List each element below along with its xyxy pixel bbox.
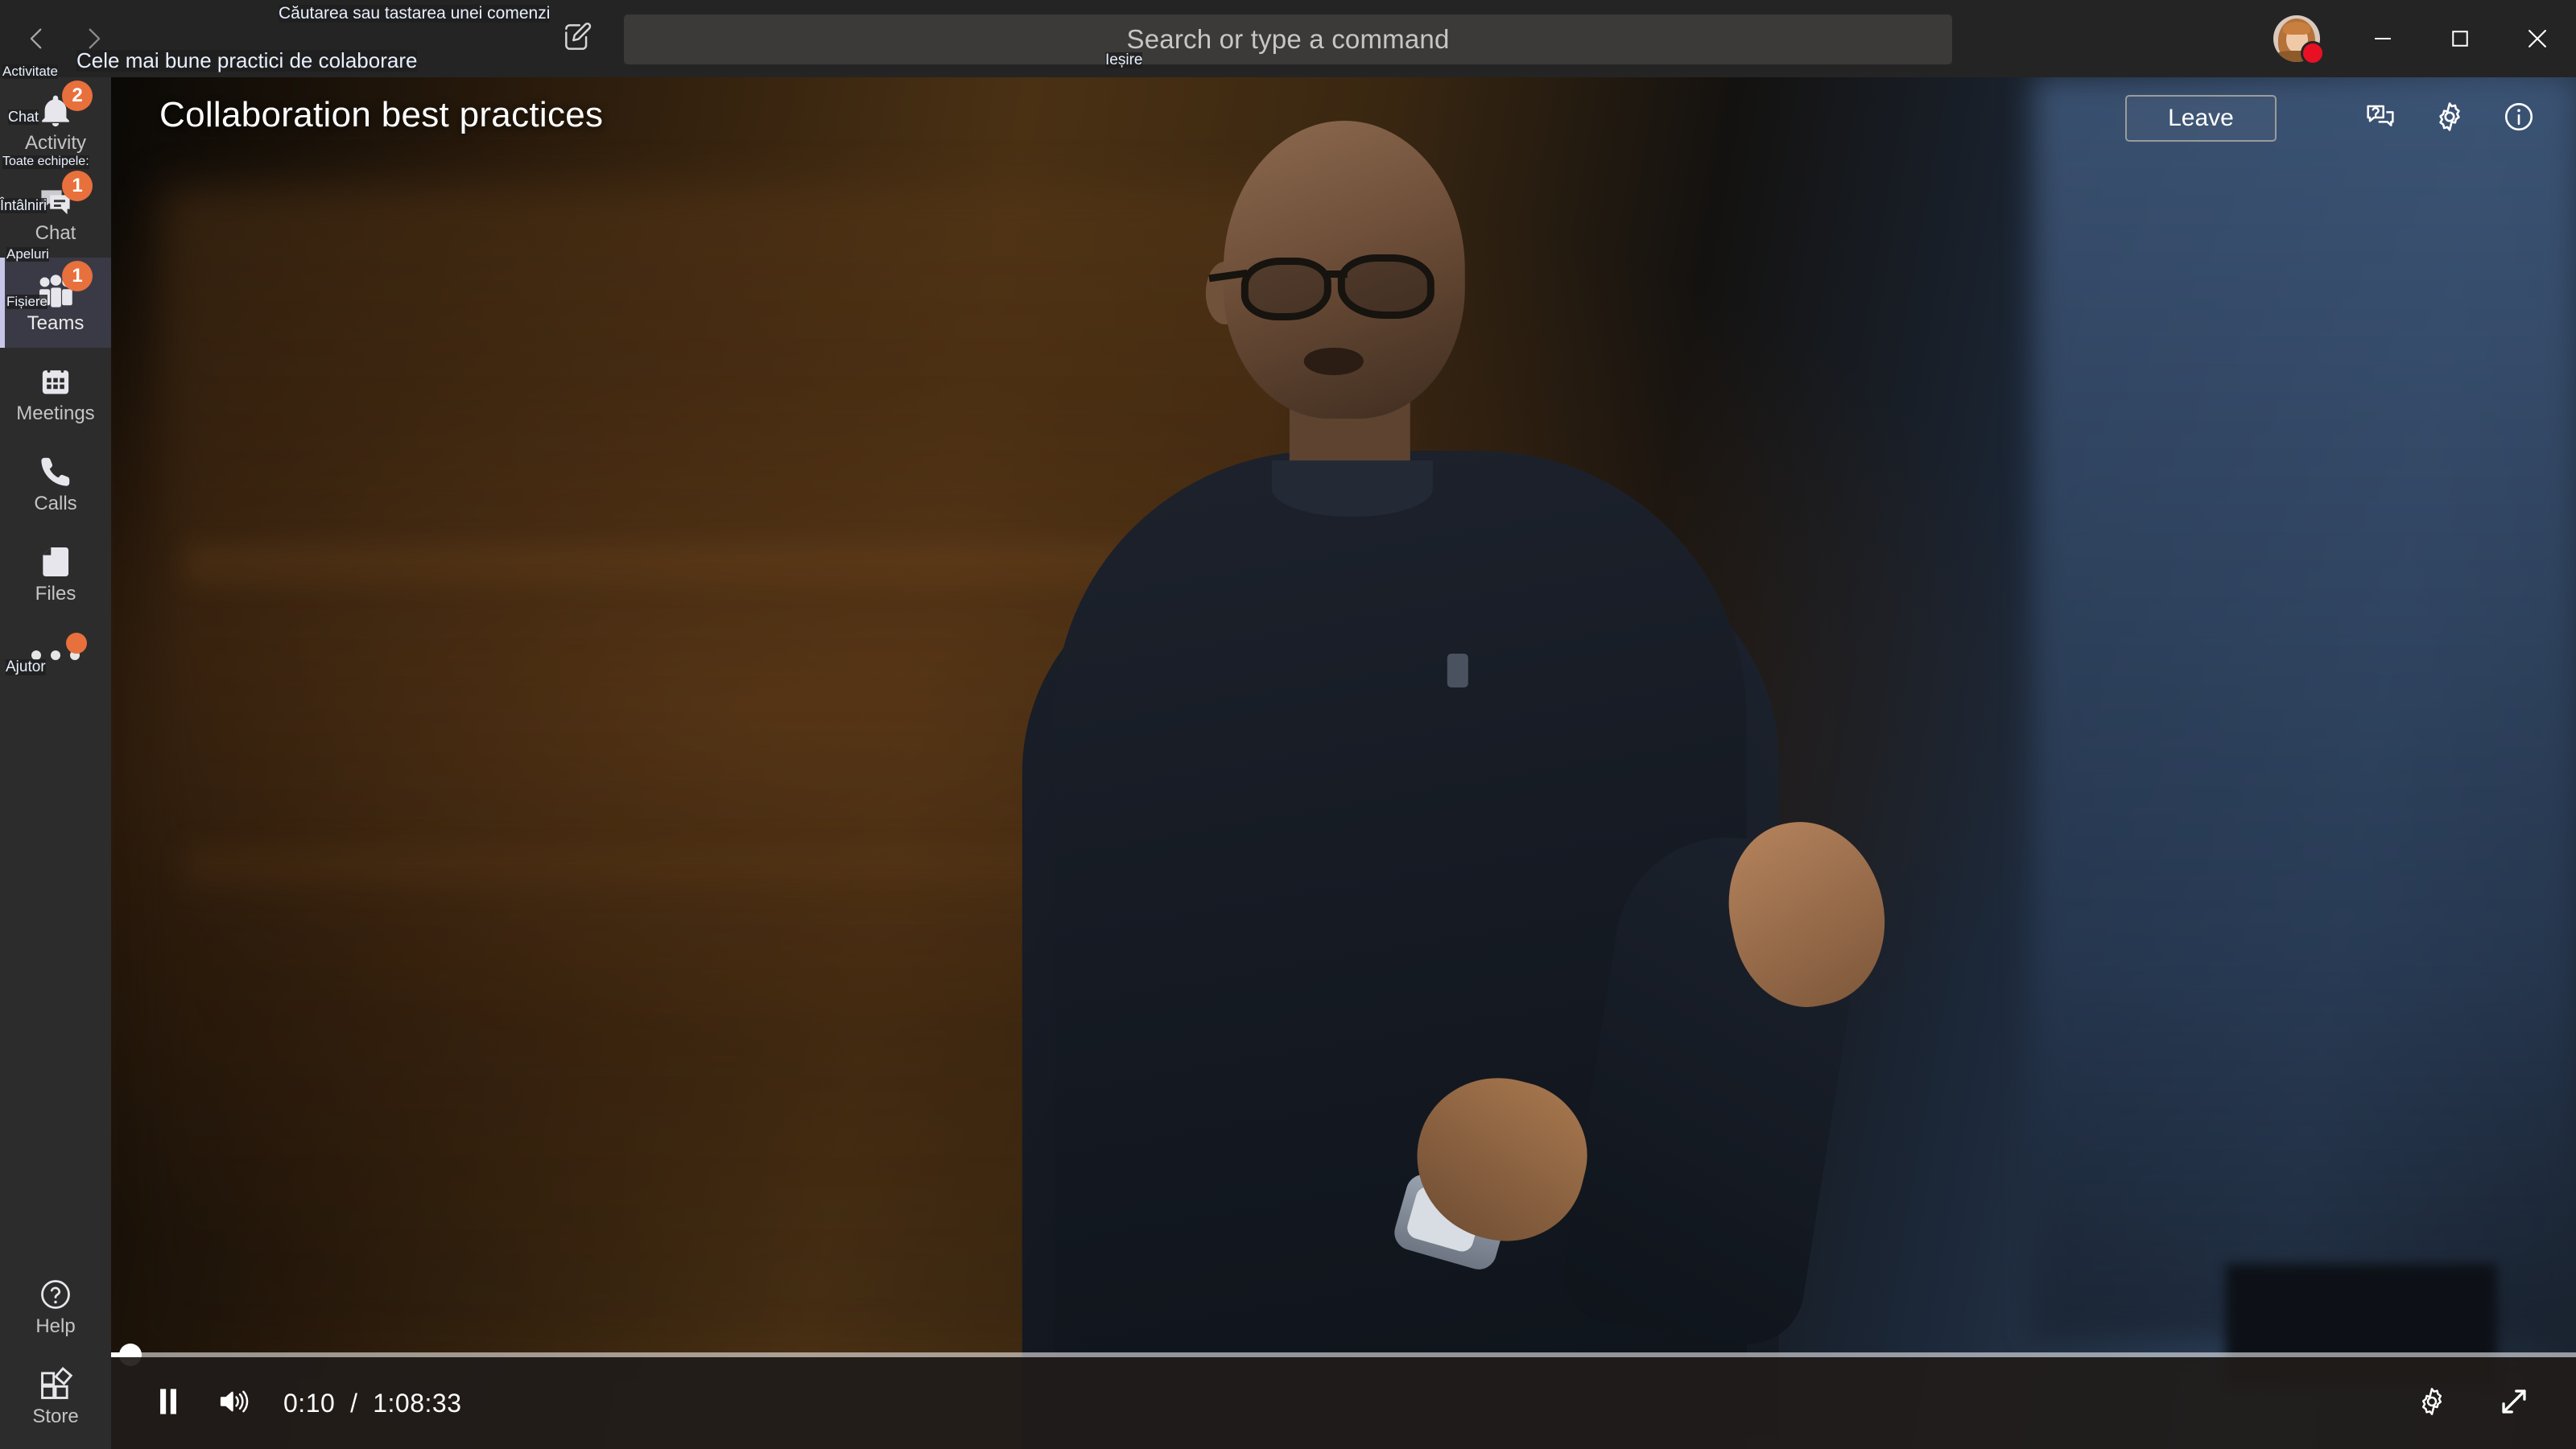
leave-button[interactable]: Leave bbox=[2125, 95, 2277, 142]
apps-notification-dot bbox=[66, 633, 87, 654]
meeting-video-feed[interactable] bbox=[111, 77, 2576, 1449]
rail-bottom-group: Help Store bbox=[0, 1261, 111, 1441]
sidebar-item-teams[interactable]: 1 Teams bbox=[0, 258, 111, 348]
chat-badge-count: 1 bbox=[62, 171, 93, 201]
presence-badge-busy bbox=[2301, 41, 2325, 65]
sidebar-item-label: Chat bbox=[35, 222, 76, 244]
duration: 1:08:33 bbox=[373, 1388, 462, 1418]
maximize-button[interactable] bbox=[2421, 0, 2499, 77]
teams-badge-count: 1 bbox=[62, 261, 93, 291]
file-icon bbox=[35, 543, 76, 581]
volume-button[interactable] bbox=[204, 1373, 264, 1433]
sidebar-item-store[interactable]: Store bbox=[0, 1351, 111, 1441]
sidebar-item-label: Teams bbox=[27, 312, 85, 334]
sidebar-item-files[interactable]: Files bbox=[0, 528, 111, 618]
gear-icon bbox=[2416, 1385, 2448, 1422]
current-time: 0:10 bbox=[283, 1388, 336, 1418]
player-right-controls bbox=[2402, 1373, 2576, 1433]
sidebar-item-label: Help bbox=[35, 1315, 76, 1337]
phone-icon bbox=[35, 452, 76, 491]
pause-icon bbox=[155, 1386, 182, 1421]
app-rail: 2 Activity 1 Chat 1 Teams Meetings Calls… bbox=[0, 77, 111, 1449]
pause-button[interactable] bbox=[138, 1373, 198, 1433]
sidebar-item-meetings[interactable]: Meetings bbox=[0, 348, 111, 438]
people-icon: 1 bbox=[35, 261, 93, 311]
user-avatar-button[interactable] bbox=[2273, 15, 2325, 65]
forward-button[interactable] bbox=[72, 18, 114, 60]
question-circle-icon bbox=[35, 1275, 76, 1314]
expand-arrows-icon bbox=[2497, 1385, 2531, 1422]
sidebar-item-help[interactable]: Help bbox=[0, 1261, 111, 1351]
speaker-silhouette bbox=[926, 113, 1901, 1449]
fullscreen-button[interactable] bbox=[2484, 1373, 2544, 1433]
chat-bubble-icon: 1 bbox=[35, 171, 93, 221]
gear-icon bbox=[2433, 100, 2467, 138]
sidebar-item-label: Store bbox=[32, 1406, 79, 1427]
back-button[interactable] bbox=[16, 18, 58, 60]
sidebar-item-label: Files bbox=[35, 583, 76, 605]
sidebar-item-label: Calls bbox=[34, 493, 77, 514]
meeting-stage: Collaboration best practices Leave 0:10 … bbox=[111, 77, 2576, 1449]
sidebar-item-label: Meetings bbox=[16, 402, 95, 424]
video-player-controls: 0:10 / 1:08:33 bbox=[111, 1344, 2576, 1449]
meeting-actions: Leave bbox=[2125, 95, 2553, 142]
meeting-info-button[interactable] bbox=[2484, 95, 2553, 142]
qna-button[interactable] bbox=[2346, 95, 2415, 142]
activity-badge-count: 2 bbox=[62, 80, 93, 111]
meeting-settings-button[interactable] bbox=[2415, 95, 2484, 142]
compose-pencil-icon bbox=[560, 19, 596, 59]
title-bar: Search or type a command bbox=[0, 0, 2576, 77]
calendar-icon bbox=[35, 362, 76, 401]
question-chat-icon bbox=[2364, 101, 2396, 137]
window-controls bbox=[2273, 0, 2576, 77]
search-placeholder-text: Search or type a command bbox=[1126, 24, 1450, 54]
close-button[interactable] bbox=[2499, 0, 2576, 77]
volume-high-icon bbox=[217, 1386, 251, 1421]
info-circle-icon bbox=[2502, 100, 2536, 138]
compose-new-chat-button[interactable] bbox=[555, 16, 601, 61]
more-apps-button[interactable] bbox=[0, 618, 111, 696]
time-separator: / bbox=[350, 1388, 358, 1418]
minimize-button[interactable] bbox=[2344, 0, 2421, 77]
navigation-arrows bbox=[16, 18, 114, 60]
player-bar: 0:10 / 1:08:33 bbox=[111, 1357, 2576, 1449]
sidebar-item-calls[interactable]: Calls bbox=[0, 438, 111, 528]
player-settings-button[interactable] bbox=[2402, 1373, 2462, 1433]
page-title: Collaboration best practices bbox=[159, 95, 604, 134]
sidebar-item-chat[interactable]: 1 Chat bbox=[0, 167, 111, 258]
sidebar-item-label: Activity bbox=[24, 132, 86, 154]
teams-meeting-window: Search or type a command 2 Activity 1 Ch… bbox=[0, 0, 2576, 1449]
bell-icon: 2 bbox=[35, 80, 93, 130]
search-input[interactable]: Search or type a command bbox=[624, 14, 1952, 64]
sidebar-item-activity[interactable]: 2 Activity bbox=[0, 77, 111, 167]
store-grid-icon bbox=[35, 1365, 76, 1404]
playback-time: 0:10 / 1:08:33 bbox=[283, 1389, 462, 1418]
